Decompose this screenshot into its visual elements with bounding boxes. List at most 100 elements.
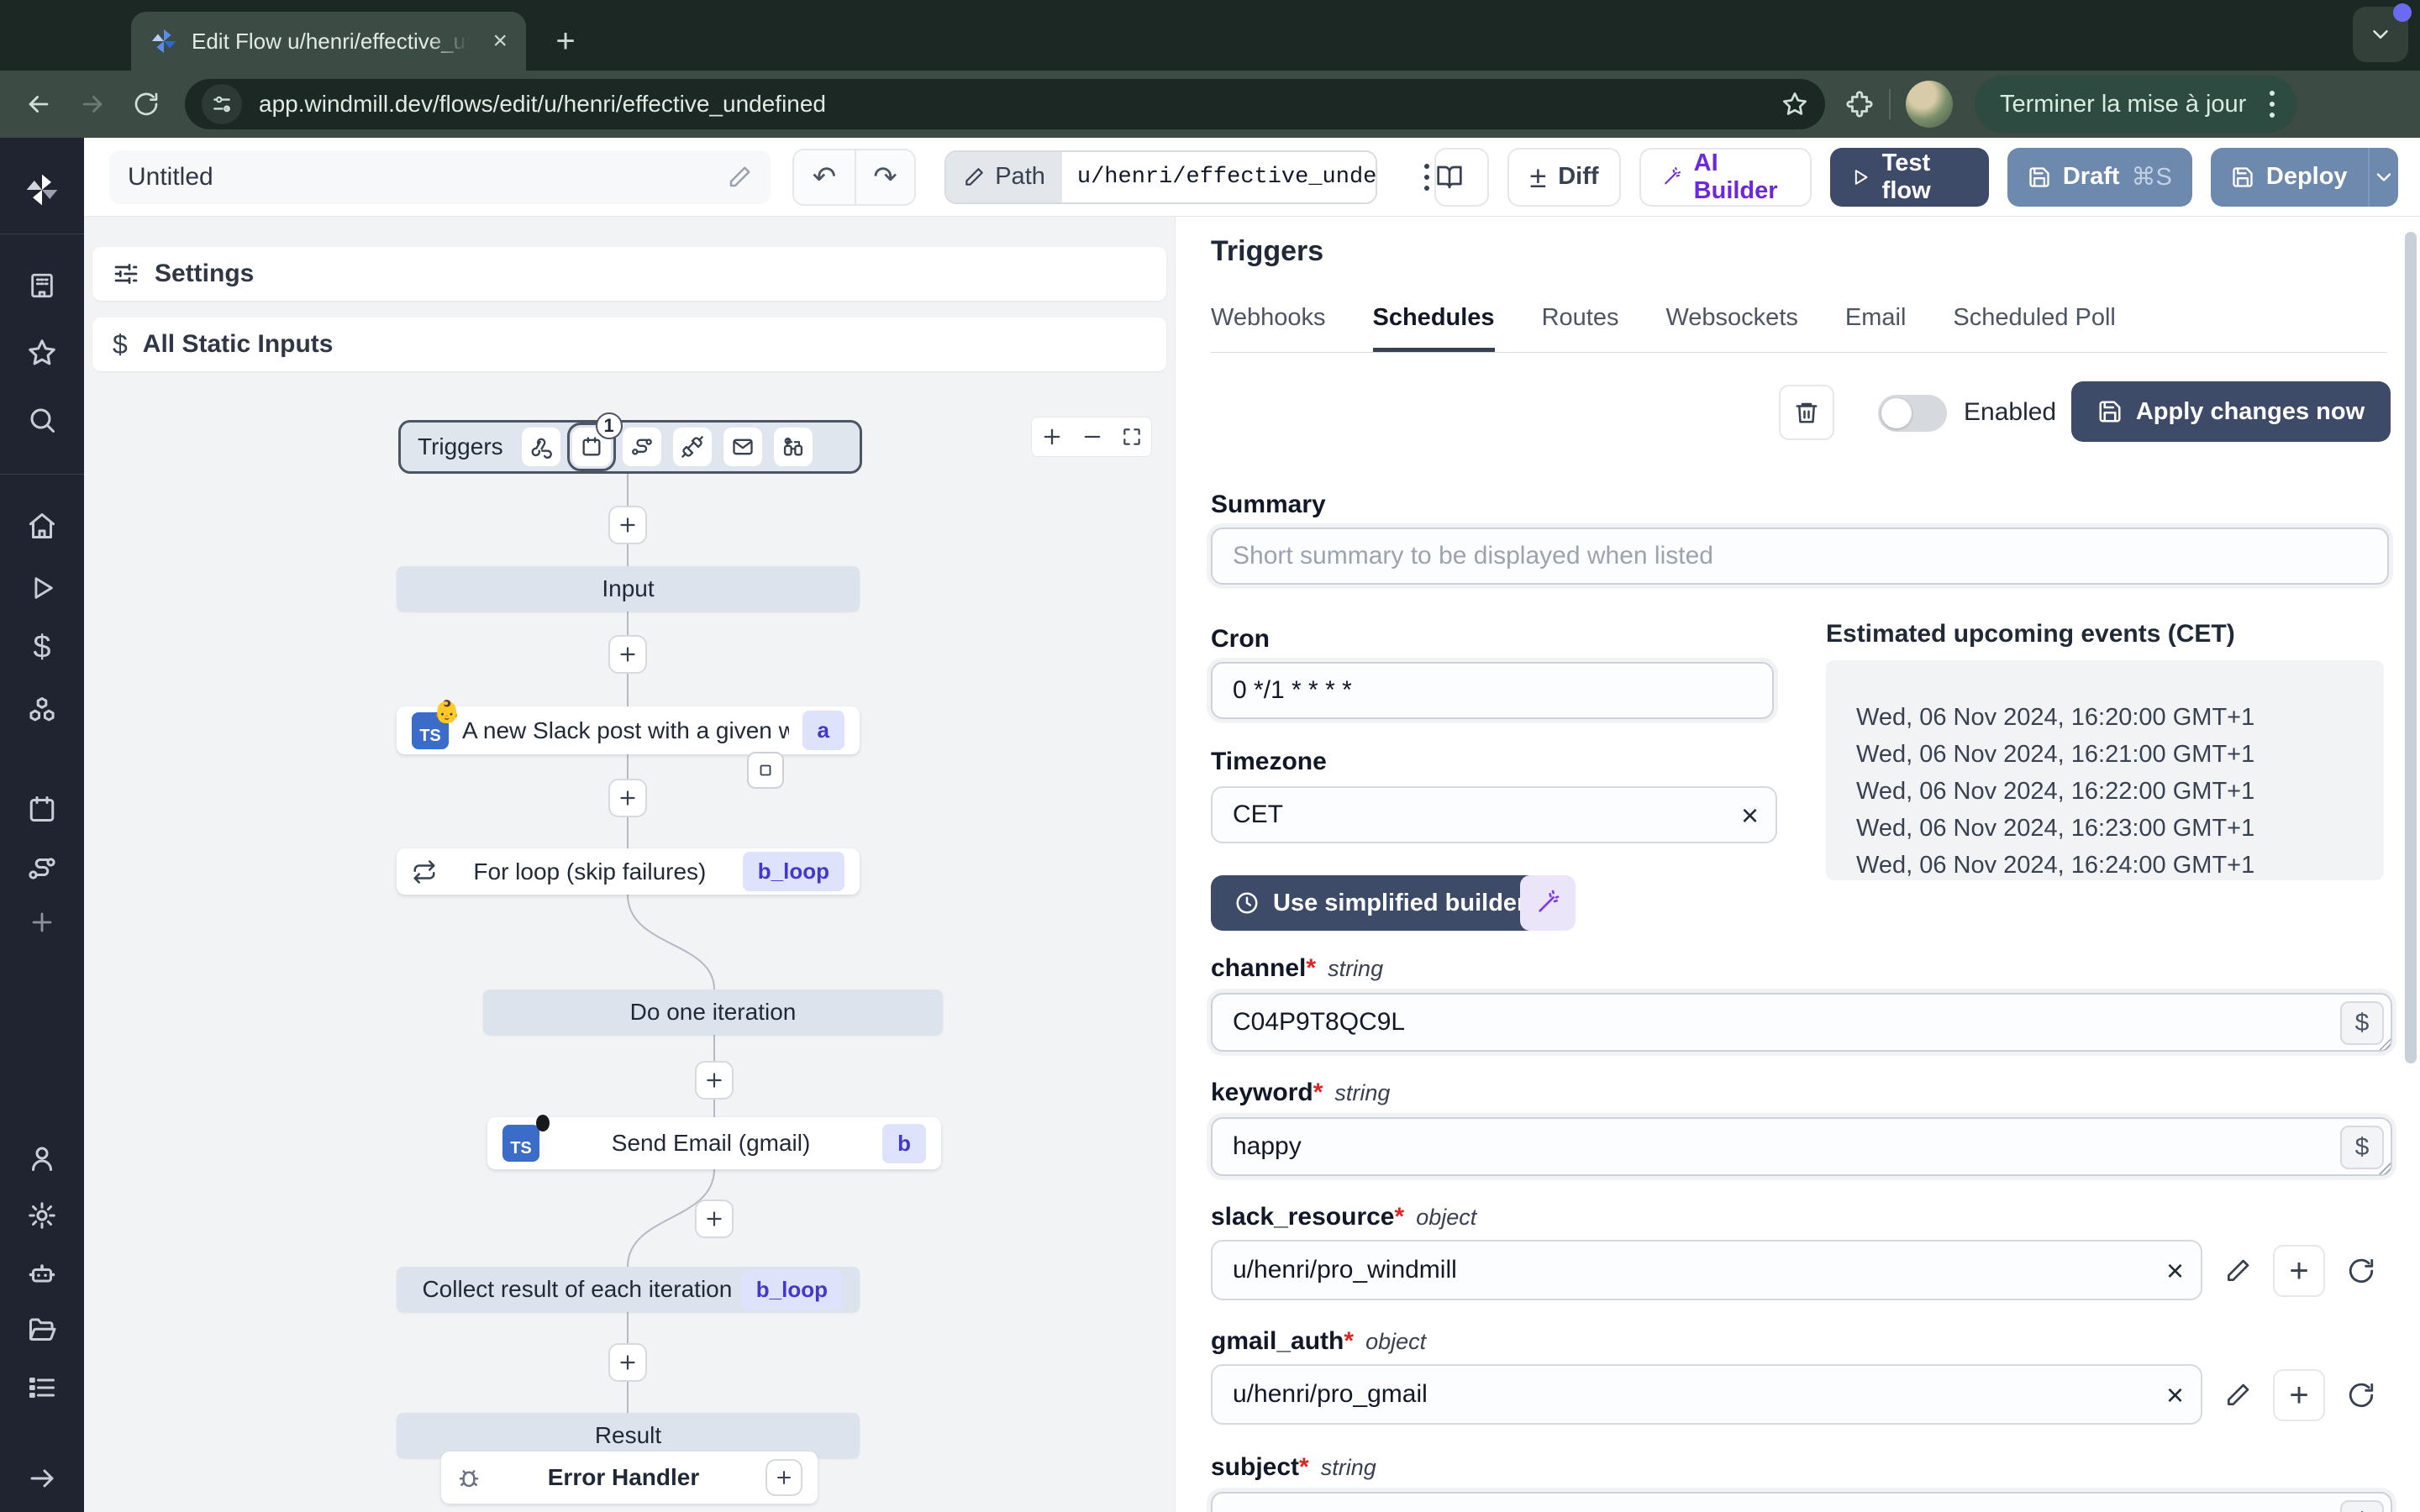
tab-close-icon[interactable]: × [492, 27, 508, 55]
webhook-trigger-icon[interactable] [521, 428, 560, 466]
add-step-button[interactable] [608, 1343, 647, 1382]
simplified-builder-button[interactable]: Use simplified builder [1211, 875, 1550, 931]
expand-sidebar-arrow-icon[interactable] [27, 1463, 57, 1494]
add-error-handler-button[interactable] [765, 1459, 802, 1496]
collect-result-node[interactable]: Collect result of each iteration b_loop [397, 1267, 860, 1312]
enabled-toggle[interactable] [1878, 395, 1947, 432]
variables-dollar-icon[interactable]: $ [33, 630, 50, 666]
insert-variable-button[interactable]: $ [2340, 1500, 2384, 1512]
docs-book-button[interactable] [1434, 147, 1490, 207]
bookmark-star-icon[interactable] [1781, 91, 1808, 118]
home-icon[interactable] [27, 511, 57, 541]
edit-resource-pencil-icon[interactable] [2224, 1257, 2251, 1284]
apply-changes-button[interactable]: Apply changes now [2071, 381, 2391, 442]
add-step-button[interactable] [695, 1061, 734, 1100]
deploy-button[interactable]: Deploy [2211, 148, 2368, 207]
browser-update-button[interactable]: Terminer la mise à jour [1975, 76, 2297, 133]
clear-timezone-icon[interactable]: × [1741, 798, 1759, 833]
stop-after-if-button[interactable] [747, 752, 784, 789]
tab-webhooks[interactable]: Webhooks [1211, 304, 1326, 352]
browser-menu-icon[interactable] [2265, 86, 2280, 123]
resources-cubes-icon[interactable] [27, 695, 57, 725]
tab-schedules[interactable]: Schedules [1372, 304, 1495, 352]
ai-builder-button[interactable]: AI Builder [1639, 147, 1812, 207]
zoom-out-button[interactable] [1081, 425, 1104, 449]
scheduled-poll-trigger-icon[interactable] [773, 428, 813, 466]
triggers-node[interactable]: Triggers 1 [398, 412, 862, 474]
clear-resource-icon[interactable]: × [2166, 1253, 2184, 1289]
do-one-iteration-node[interactable]: Do one iteration [483, 990, 943, 1035]
user-icon[interactable] [27, 1143, 57, 1173]
browser-tab[interactable]: Edit Flow u/henri/effective_un × [131, 12, 526, 71]
input-node[interactable]: Input [397, 566, 860, 612]
resize-handle[interactable] [2379, 1163, 2391, 1174]
static-inputs-bar[interactable]: $ All Static Inputs [92, 318, 1166, 371]
new-tab-button[interactable]: + [544, 20, 587, 62]
insert-variable-button[interactable]: $ [2340, 1001, 2384, 1045]
deploy-dropdown-button[interactable] [2367, 147, 2398, 207]
send-email-node[interactable]: TS Send Email (gmail) b [487, 1115, 941, 1169]
back-icon[interactable] [12, 77, 66, 131]
delete-schedule-button[interactable] [1779, 385, 1834, 440]
email-trigger-icon[interactable] [723, 428, 762, 466]
workspace-icon[interactable] [28, 271, 56, 300]
test-flow-button[interactable]: Test flow [1830, 147, 1989, 207]
edit-resource-pencil-icon[interactable] [2224, 1382, 2251, 1409]
zoom-in-button[interactable] [1040, 425, 1064, 449]
websocket-trigger-icon[interactable] [672, 428, 712, 466]
more-options-icon[interactable] [1419, 159, 1434, 196]
timezone-input[interactable] [1211, 786, 1777, 843]
ai-cron-wand-button[interactable] [1520, 875, 1576, 931]
slack-step-node[interactable]: TS 👶 A new Slack post with a given wor..… [397, 701, 860, 754]
path-label-box[interactable]: Path [946, 151, 1062, 202]
add-plus-icon[interactable] [28, 908, 56, 937]
channel-input[interactable] [1211, 993, 2392, 1052]
edit-pencil-icon[interactable] [727, 165, 752, 190]
add-step-button[interactable] [608, 779, 647, 817]
tab-websockets[interactable]: Websockets [1665, 304, 1797, 352]
windmill-logo-icon[interactable] [24, 171, 60, 208]
insert-variable-button[interactable]: $ [2340, 1126, 2384, 1169]
clear-resource-icon[interactable]: × [2166, 1378, 2184, 1413]
add-step-button[interactable] [608, 506, 647, 544]
settings-bar[interactable]: Settings [92, 247, 1166, 301]
tab-scheduled-poll[interactable]: Scheduled Poll [1953, 304, 2115, 352]
redo-button[interactable]: ↷ [854, 150, 915, 204]
refresh-resource-icon[interactable] [2347, 1257, 2375, 1285]
fit-view-button[interactable] [1121, 426, 1143, 448]
flow-name-field[interactable]: Untitled [109, 150, 771, 204]
routes-icon[interactable] [27, 853, 57, 884]
forloop-node[interactable]: For loop (skip failures) b_loop [397, 848, 860, 895]
resize-handle[interactable] [2379, 1038, 2391, 1050]
runs-play-icon[interactable] [28, 574, 56, 602]
url-bar[interactable]: app.windmill.dev/flows/edit/u/henri/effe… [185, 79, 1825, 129]
tab-search-chevron-button[interactable] [2353, 3, 2412, 62]
add-resource-button[interactable]: + [2273, 1369, 2325, 1421]
summary-input[interactable] [1211, 528, 2389, 585]
path-value[interactable]: u/henri/effective_undef [1061, 151, 1376, 202]
schedule-trigger-icon[interactable]: 1 [566, 412, 623, 471]
site-info-icon[interactable] [202, 84, 242, 124]
draft-button[interactable]: Draft ⌘S [2007, 147, 2192, 207]
settings-gear-icon[interactable] [27, 1200, 57, 1231]
keyword-input[interactable] [1211, 1117, 2392, 1176]
reload-icon[interactable] [119, 77, 173, 131]
slack-resource-input[interactable] [1211, 1240, 2202, 1300]
add-step-button[interactable] [608, 635, 647, 674]
workers-robot-icon[interactable] [27, 1258, 57, 1289]
panel-scrollbar[interactable] [2405, 232, 2417, 1063]
favorites-star-icon[interactable] [27, 338, 57, 368]
add-step-button[interactable] [695, 1200, 734, 1238]
add-resource-button[interactable]: + [2273, 1245, 2325, 1297]
subject-input[interactable] [1211, 1492, 2392, 1512]
forward-icon[interactable] [66, 77, 119, 131]
gmail-auth-input[interactable] [1211, 1364, 2202, 1425]
cron-input[interactable] [1211, 662, 1774, 719]
folders-icon[interactable] [27, 1315, 57, 1345]
route-trigger-icon[interactable] [622, 428, 661, 466]
schedules-calendar-icon[interactable] [27, 794, 57, 824]
diff-button[interactable]: ± Diff [1507, 147, 1621, 207]
logs-list-icon[interactable] [27, 1373, 57, 1403]
profile-avatar[interactable] [1906, 81, 1953, 128]
search-icon[interactable] [27, 405, 57, 435]
